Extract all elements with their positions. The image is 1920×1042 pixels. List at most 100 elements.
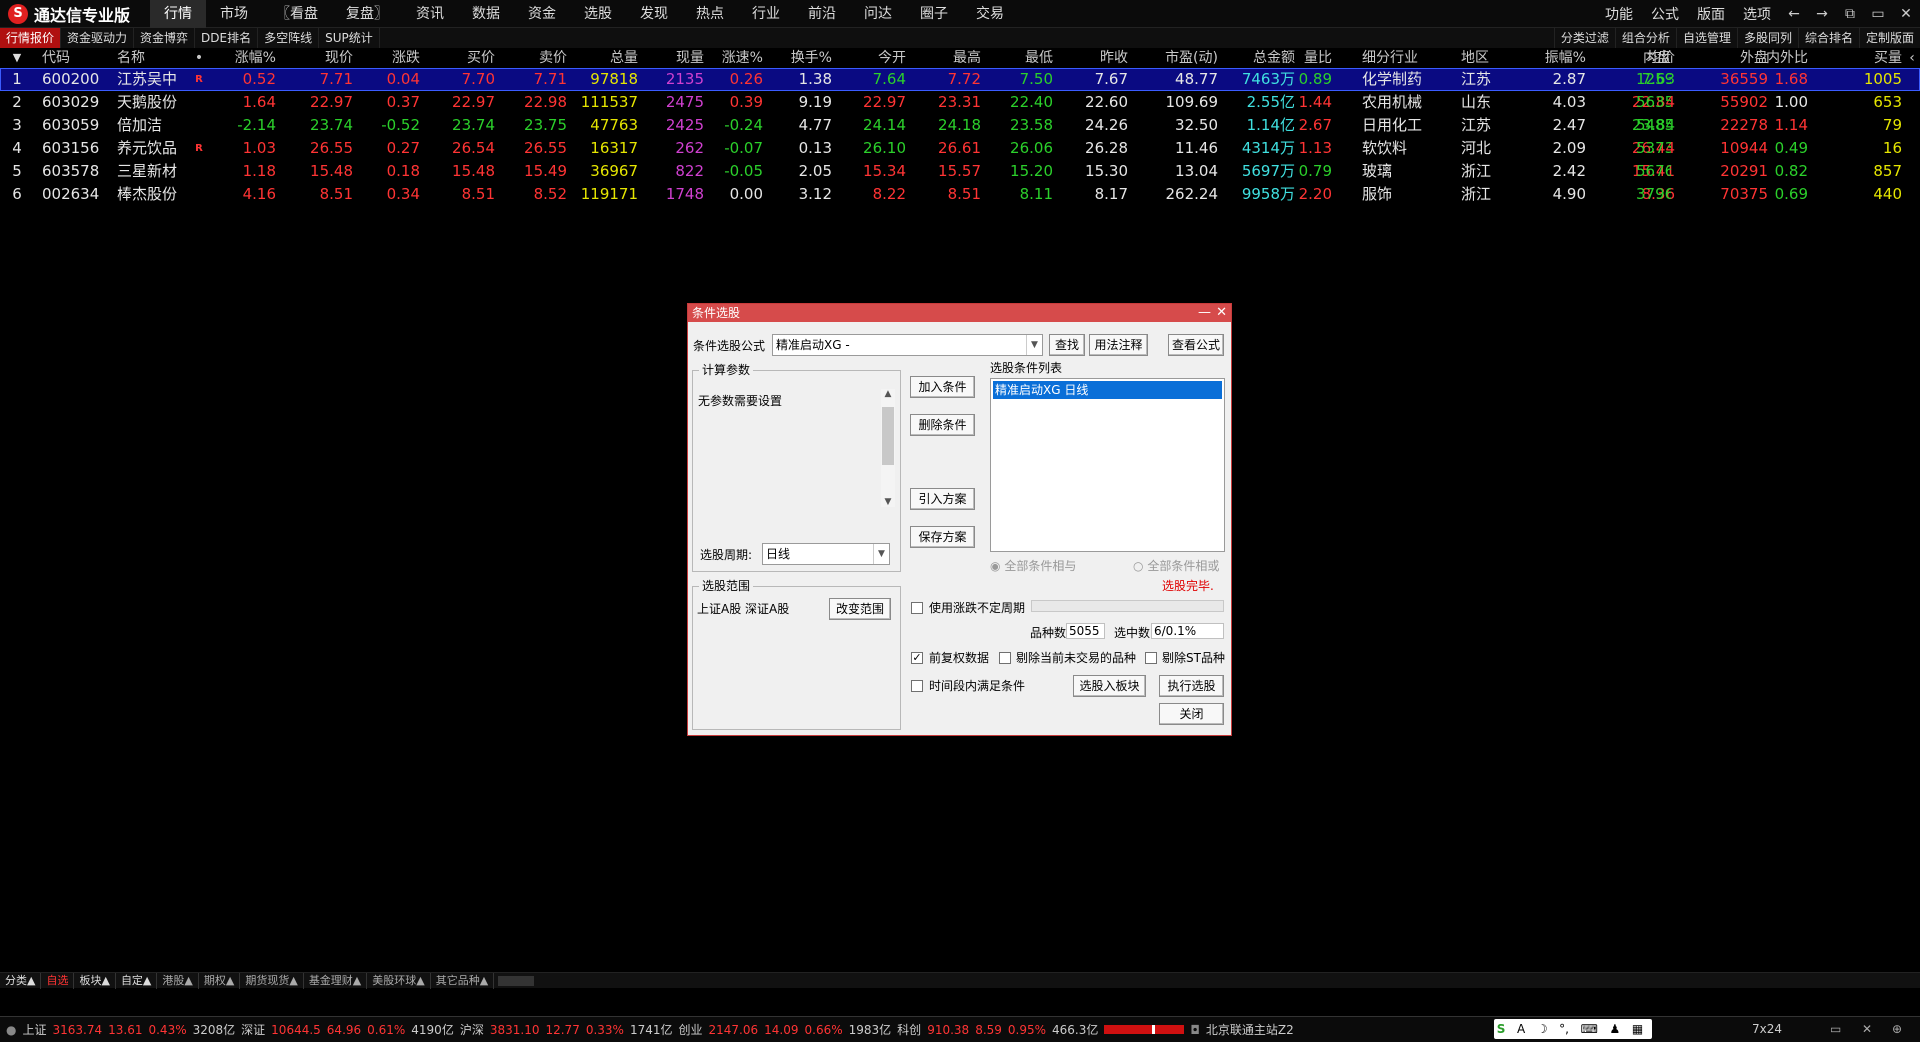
add-icon[interactable]: ⊕: [1892, 1022, 1902, 1036]
exclude-st-checkbox[interactable]: [1145, 652, 1157, 664]
col-header-pct-chg[interactable]: 涨幅%: [224, 48, 276, 68]
scroll-thumb[interactable]: [882, 407, 894, 465]
params-scrollbar[interactable]: ▲ ▼: [881, 389, 895, 507]
execute-button[interactable]: 执行选股: [1159, 675, 1224, 697]
tab-composite-rank[interactable]: 综合排名: [1797, 28, 1859, 48]
table-row[interactable]: 3 603059 倍加洁 -2.14 23.74 -0.52 23.74 23.75 47763…: [0, 114, 1920, 137]
col-header-volume[interactable]: 总量: [575, 48, 638, 68]
ime-moon-icon[interactable]: ☽: [1537, 1022, 1548, 1036]
tab-sup-stats[interactable]: SUP统计: [319, 28, 380, 48]
table-row[interactable]: 2 603029 天鹅股份 1.64 22.97 0.37 22.97 22.98 111537…: [0, 91, 1920, 114]
close-window-icon[interactable]: ✕: [1892, 6, 1920, 22]
ime-user-icon[interactable]: ♟: [1609, 1022, 1620, 1036]
col-header-inner-vol[interactable]: 内盘: [1636, 48, 1671, 68]
bottom-scrollbar[interactable]: [498, 975, 535, 986]
col-header-row-no[interactable]: ▼: [0, 48, 34, 68]
col-header-amplitude[interactable]: 振幅%: [1528, 48, 1586, 68]
radio-and[interactable]: ◉ 全部条件相与: [990, 558, 1076, 574]
find-button[interactable]: 查找: [1049, 334, 1085, 356]
bottom-tab-sector[interactable]: 板块▲: [74, 972, 116, 989]
menu-industry[interactable]: 行业: [738, 0, 794, 28]
bottom-tab-futures[interactable]: 期货现货▲: [240, 972, 304, 989]
col-header-bid[interactable]: 买价: [425, 48, 495, 68]
menu-funds[interactable]: 资金: [514, 0, 570, 28]
server-name[interactable]: 北京联通主站Z2: [1206, 1021, 1294, 1038]
period-select[interactable]: 日线 ▼: [762, 543, 890, 565]
col-header-region[interactable]: 地区: [1461, 48, 1522, 68]
formula-select[interactable]: 精准启动XG - ▼: [772, 334, 1043, 356]
col-header-code[interactable]: 代码: [42, 48, 126, 68]
scroll-down-icon[interactable]: ▼: [883, 497, 893, 507]
bottom-tab-other[interactable]: 其它品种▲: [431, 972, 495, 989]
col-header-turnover[interactable]: 换手%: [770, 48, 832, 68]
input-method-toolbar[interactable]: S A ☽ °, ⌨ ♟ ▦: [1494, 1019, 1652, 1039]
forward-arrow-icon[interactable]: →: [1808, 6, 1836, 22]
tab-fund-game[interactable]: 资金博弈: [134, 28, 196, 48]
chevron-left-icon[interactable]: ‹: [1906, 48, 1918, 68]
menu-ask[interactable]: 问达: [850, 0, 906, 28]
col-header-flag[interactable]: •: [193, 48, 205, 68]
add-condition-button[interactable]: 加入条件: [910, 376, 975, 398]
col-header-low[interactable]: 最低: [982, 48, 1053, 68]
col-header-vol-ratio[interactable]: 量比: [1289, 48, 1332, 68]
view-formula-button[interactable]: 查看公式: [1168, 334, 1224, 356]
ime-lang-icon[interactable]: A: [1517, 1022, 1525, 1036]
tab-quote-list[interactable]: 行情报价: [0, 28, 62, 48]
menu-watch[interactable]: 〖看盘: [262, 0, 332, 28]
tab-portfolio-analysis[interactable]: 组合分析: [1614, 28, 1676, 48]
tab-dde-rank[interactable]: DDE排名: [195, 28, 259, 48]
menu-quotes[interactable]: 行情: [150, 0, 206, 28]
time-mode[interactable]: 7x24: [1752, 1022, 1782, 1036]
col-header-high[interactable]: 最高: [908, 48, 981, 68]
close-button[interactable]: 关闭: [1159, 703, 1224, 725]
mute-icon[interactable]: ✕: [1862, 1022, 1872, 1036]
menu-replay[interactable]: 复盘〗: [332, 0, 402, 28]
minimize-icon[interactable]: —: [1198, 304, 1211, 322]
bottom-tab-options[interactable]: 期权▲: [199, 972, 241, 989]
bottom-tab-funds[interactable]: 基金理财▲: [304, 972, 368, 989]
maximize-window-icon[interactable]: ▭: [1864, 6, 1892, 22]
exclude-no-trade-checkbox[interactable]: [999, 652, 1011, 664]
col-header-industry[interactable]: 细分行业: [1362, 48, 1446, 68]
ime-punct-icon[interactable]: °,: [1559, 1022, 1569, 1036]
table-row[interactable]: 4 603156 养元饮品 R 1.03 26.55 0.27 26.54 26.55 16317…: [0, 137, 1920, 160]
menu-market[interactable]: 市场: [206, 0, 262, 28]
table-row[interactable]: 5 603578 三星新材 1.18 15.48 0.18 15.48 15.49 36967 8…: [0, 160, 1920, 183]
menu-layout[interactable]: 版面: [1688, 4, 1734, 24]
col-header-bid-vol[interactable]: 买量: [1820, 48, 1902, 68]
ime-grid-icon[interactable]: ▦: [1632, 1022, 1643, 1036]
menu-circle[interactable]: 圈子: [906, 0, 962, 28]
col-header-speed[interactable]: 涨速%: [715, 48, 763, 68]
tab-multi-stock[interactable]: 多股同列: [1736, 28, 1798, 48]
menu-options[interactable]: 选项: [1734, 4, 1780, 24]
save-scheme-button[interactable]: 保存方案: [910, 526, 975, 548]
menu-function[interactable]: 功能: [1596, 4, 1642, 24]
to-block-button[interactable]: 选股入板块: [1073, 675, 1146, 697]
dialog-titlebar[interactable]: 条件选股 — ✕: [688, 304, 1231, 322]
col-header-name[interactable]: 名称: [117, 48, 183, 68]
col-header-open[interactable]: 今开: [833, 48, 906, 68]
col-header-chg[interactable]: 涨跌: [350, 48, 420, 68]
delete-condition-button[interactable]: 删除条件: [910, 414, 975, 436]
tab-fund-driver[interactable]: 资金驱动力: [61, 28, 135, 48]
menu-news[interactable]: 资讯: [402, 0, 458, 28]
bottom-tab-watchlist[interactable]: 自选: [41, 972, 75, 989]
col-header-prev-close[interactable]: 昨收: [1054, 48, 1128, 68]
col-header-inout-ratio[interactable]: 内外比: [1757, 48, 1808, 68]
period-satisfy-checkbox[interactable]: [911, 680, 923, 692]
back-arrow-icon[interactable]: ←: [1780, 6, 1808, 22]
table-row[interactable]: 6 002634 棒杰股份 4.16 8.51 0.34 8.51 8.52 119171 174…: [0, 183, 1920, 206]
ime-logo-icon[interactable]: S: [1497, 1022, 1506, 1036]
restore-window-icon[interactable]: ⧉: [1836, 6, 1864, 22]
usage-notes-button[interactable]: 用法注释: [1089, 334, 1148, 356]
chat-icon[interactable]: ▭: [1830, 1022, 1841, 1036]
chevron-down-icon[interactable]: ▼: [1026, 335, 1042, 355]
bottom-tab-category[interactable]: 分类▲: [0, 972, 42, 989]
col-header-ask[interactable]: 卖价: [497, 48, 567, 68]
change-scope-button[interactable]: 改变范围: [829, 598, 891, 620]
bottom-tab-custom[interactable]: 自定▲: [116, 972, 158, 989]
tab-watchlist-manage[interactable]: 自选管理: [1675, 28, 1737, 48]
tab-custom-layout[interactable]: 定制版面: [1858, 28, 1920, 48]
col-header-amount[interactable]: 总金额: [1221, 48, 1295, 68]
col-header-pe[interactable]: 市盈(动): [1130, 48, 1218, 68]
